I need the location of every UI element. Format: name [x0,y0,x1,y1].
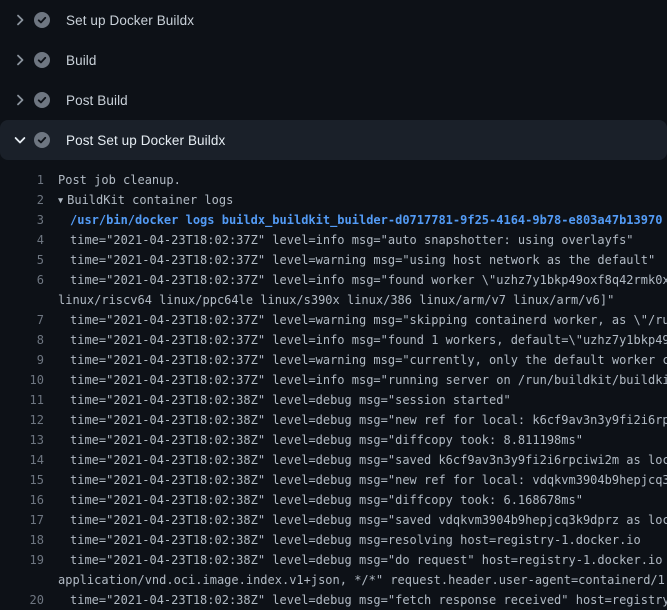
line-number[interactable]: 7 [0,310,44,330]
step-row[interactable]: Build [0,40,667,80]
line-number[interactable]: 2 [0,190,44,210]
log-area[interactable]: 1 Post job cleanup. 2 ▼ BuildKit container … [0,160,667,610]
log-text: time="2021-04-23T18:02:37Z" level=warnin… [70,353,667,367]
log-line: 15 time="2021-04-23T18:02:38Z" level=debu… [0,470,667,490]
step-name: Build [66,53,97,68]
log-line: 18 time="2021-04-23T18:02:38Z" level=debu… [0,530,667,550]
check-circle-icon [34,12,50,28]
log-line: 12 time="2021-04-23T18:02:38Z" level=debu… [0,410,667,430]
log-line: 3/usr/bin/docker logs buildx_buildkit_bu… [0,210,667,230]
log-line: 6 time="2021-04-23T18:02:37Z" level=info … [0,270,667,290]
step-row[interactable]: Post Build [0,80,667,120]
chevron-right-icon[interactable] [12,92,28,108]
step-name: Post Build [66,93,128,108]
line-number[interactable]: 6 [0,270,44,290]
log-text: time="2021-04-23T18:02:37Z" level=info m… [70,273,667,287]
log-line: 1 Post job cleanup. [0,170,667,190]
check-circle-icon [34,92,50,108]
log-text: time="2021-04-23T18:02:38Z" level=debug … [70,593,667,607]
log-text: time="2021-04-23T18:02:38Z" level=debug … [70,473,667,487]
step-name: Set up Docker Buildx [66,13,194,28]
line-number[interactable]: 18 [0,530,44,550]
check-circle-icon [34,52,50,68]
log-line: 7 time="2021-04-23T18:02:37Z" level=warni… [0,310,667,330]
log-text: time="2021-04-23T18:02:37Z" level=info m… [70,233,634,247]
log-line: 20 time="2021-04-23T18:02:38Z" level=debu… [0,590,667,610]
line-number[interactable]: 3 [0,210,44,230]
log-line: application/vnd.oci.image.index.v1+json,… [0,570,667,590]
step-name: Post Set up Docker Buildx [66,133,225,148]
log-text: time="2021-04-23T18:02:38Z" level=debug … [70,553,667,567]
log-line: 14 time="2021-04-23T18:02:38Z" level=debu… [0,450,667,470]
log-text: time="2021-04-23T18:02:38Z" level=debug … [70,533,641,547]
step-row[interactable]: Post Set up Docker Buildx [0,120,667,160]
line-number[interactable]: 20 [0,590,44,610]
log-line: 16 time="2021-04-23T18:02:38Z" level=debu… [0,490,667,510]
log-text: time="2021-04-23T18:02:38Z" level=debug … [70,493,583,507]
log-text: time="2021-04-23T18:02:37Z" level=info m… [70,373,667,387]
line-number[interactable]: 4 [0,230,44,250]
log-text: application/vnd.oci.image.index.v1+json,… [58,573,667,587]
steps-list: Set up Docker Buildx Build P [0,0,667,160]
log-text: Post job cleanup. [58,173,181,187]
step-row[interactable]: Set up Docker Buildx [0,0,667,40]
log-text: time="2021-04-23T18:02:38Z" level=debug … [70,453,667,467]
chevron-down-icon[interactable] [12,132,28,148]
log-line: 9 time="2021-04-23T18:02:37Z" level=warni… [0,350,667,370]
line-number[interactable]: 10 [0,370,44,390]
log-text: time="2021-04-23T18:02:38Z" level=debug … [70,513,667,527]
actions-log-viewer: Set up Docker Buildx Build P [0,0,667,610]
log-line: 13 time="2021-04-23T18:02:38Z" level=debu… [0,430,667,450]
log-line: 8 time="2021-04-23T18:02:37Z" level=info … [0,330,667,350]
triangle-down-icon[interactable]: ▼ [58,191,63,210]
log-text: time="2021-04-23T18:02:38Z" level=debug … [70,413,667,427]
log-text: linux/riscv64 linux/ppc64le linux/s390x … [58,293,614,307]
log-line: 10 time="2021-04-23T18:02:37Z" level=info… [0,370,667,390]
line-number[interactable]: 8 [0,330,44,350]
check-circle-icon [34,132,50,148]
chevron-right-icon[interactable] [12,12,28,28]
log-text: time="2021-04-23T18:02:37Z" level=warnin… [70,253,655,267]
log-text: /usr/bin/docker logs buildx_buildkit_bui… [70,213,662,227]
log-text: time="2021-04-23T18:02:37Z" level=warnin… [70,313,667,327]
line-number[interactable]: 17 [0,510,44,530]
log-text: time="2021-04-23T18:02:38Z" level=debug … [70,393,511,407]
line-number[interactable]: 11 [0,390,44,410]
line-number[interactable]: 13 [0,430,44,450]
log-line: 5 time="2021-04-23T18:02:37Z" level=warni… [0,250,667,270]
line-number[interactable]: 19 [0,550,44,570]
line-number[interactable]: 1 [0,170,44,190]
log-text: time="2021-04-23T18:02:37Z" level=info m… [70,333,667,347]
line-number[interactable]: 15 [0,470,44,490]
log-line: linux/riscv64 linux/ppc64le linux/s390x … [0,290,667,310]
chevron-right-icon[interactable] [12,52,28,68]
line-number[interactable]: 5 [0,250,44,270]
log-line: 4 time="2021-04-23T18:02:37Z" level=info … [0,230,667,250]
log-line: 19 time="2021-04-23T18:02:38Z" level=debu… [0,550,667,570]
log-text: time="2021-04-23T18:02:38Z" level=debug … [70,433,583,447]
log-line: 11 time="2021-04-23T18:02:38Z" level=debu… [0,390,667,410]
log-line: 2 ▼ BuildKit container logs [0,190,667,210]
log-text: BuildKit container logs [67,193,233,207]
line-number[interactable]: 9 [0,350,44,370]
line-number[interactable]: 16 [0,490,44,510]
log-line: 17 time="2021-04-23T18:02:38Z" level=debu… [0,510,667,530]
line-number[interactable]: 12 [0,410,44,430]
line-number[interactable]: 14 [0,450,44,470]
